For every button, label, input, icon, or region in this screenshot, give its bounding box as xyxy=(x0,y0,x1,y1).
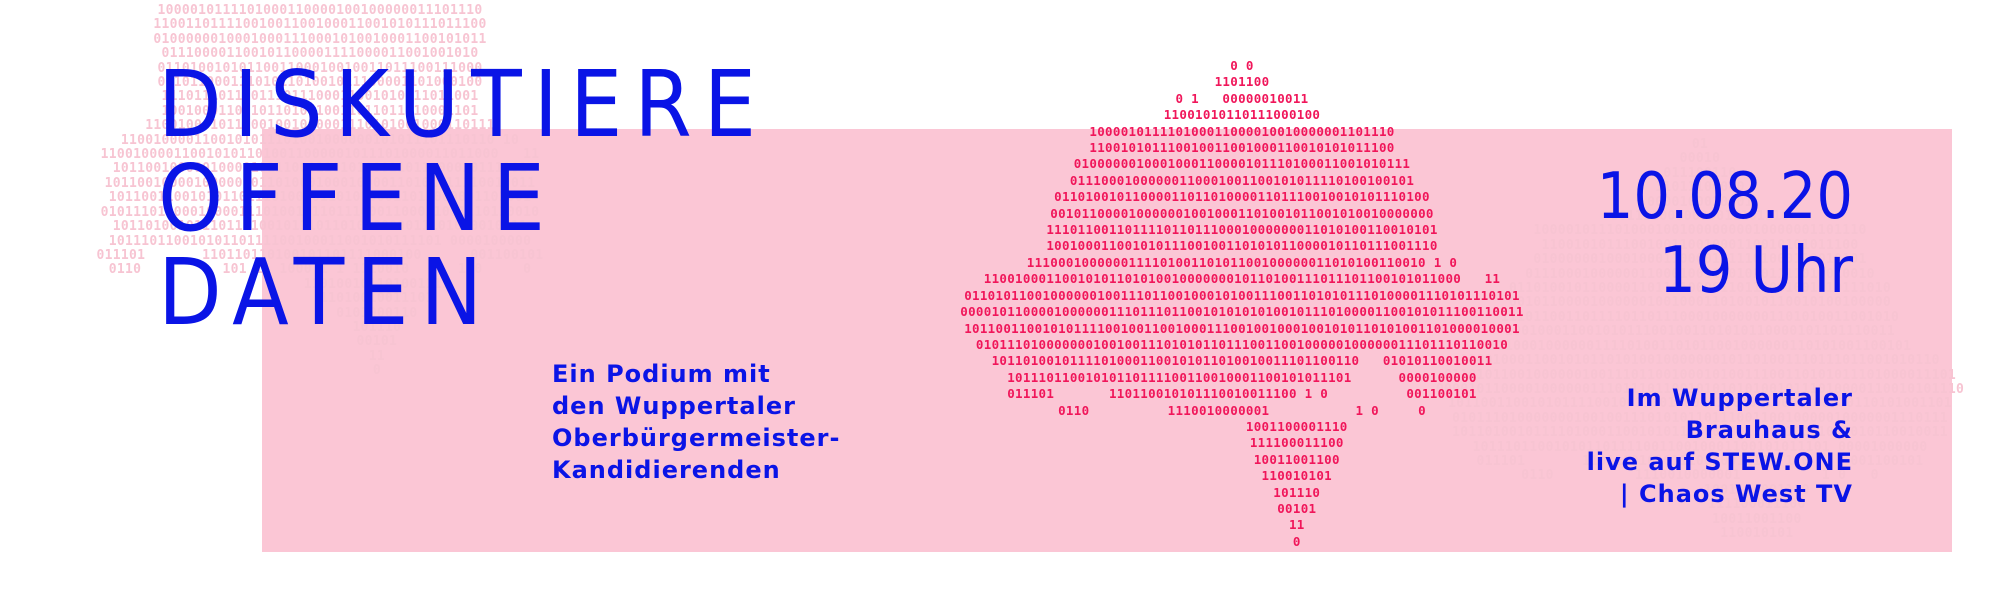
binary-map-center: 0 0 1101100 0 1 00000010011 110010101101… xyxy=(960,58,1524,549)
venue-line-3: live auf STEW.ONE xyxy=(1586,448,1853,476)
headline-line-3: DATEN xyxy=(158,239,495,346)
headline-line-2: OFFENE xyxy=(158,145,557,252)
event-time: 19 Uhr xyxy=(1659,234,1853,308)
venue-line-4: | Chaos West TV xyxy=(1619,480,1853,508)
venue-line-2: Brauhaus & xyxy=(1685,416,1853,444)
venue-line-1: Im Wuppertaler xyxy=(1626,384,1853,412)
subline-line-2: den Wuppertaler xyxy=(552,392,796,420)
headline-line-1: DISKUTIERE xyxy=(158,51,769,158)
venue-info: Im Wuppertaler Brauhaus & live auf STEW.… xyxy=(1587,382,1853,510)
event-date-time: 10.08.20 19 Uhr xyxy=(1597,160,1853,308)
event-banner: 1000010111101000110000100100000011101110… xyxy=(0,0,2001,601)
subline-line-1: Ein Podium mit xyxy=(552,360,771,388)
subline-line-3: Oberbürgermeister- xyxy=(552,424,841,452)
headline: DISKUTIERE OFFENE DATEN xyxy=(158,58,768,340)
subline-line-4: Kandidierenden xyxy=(552,456,781,484)
subline: Ein Podium mit den Wuppertaler Oberbürge… xyxy=(552,358,840,486)
event-date: 10.08.20 xyxy=(1596,160,1853,234)
